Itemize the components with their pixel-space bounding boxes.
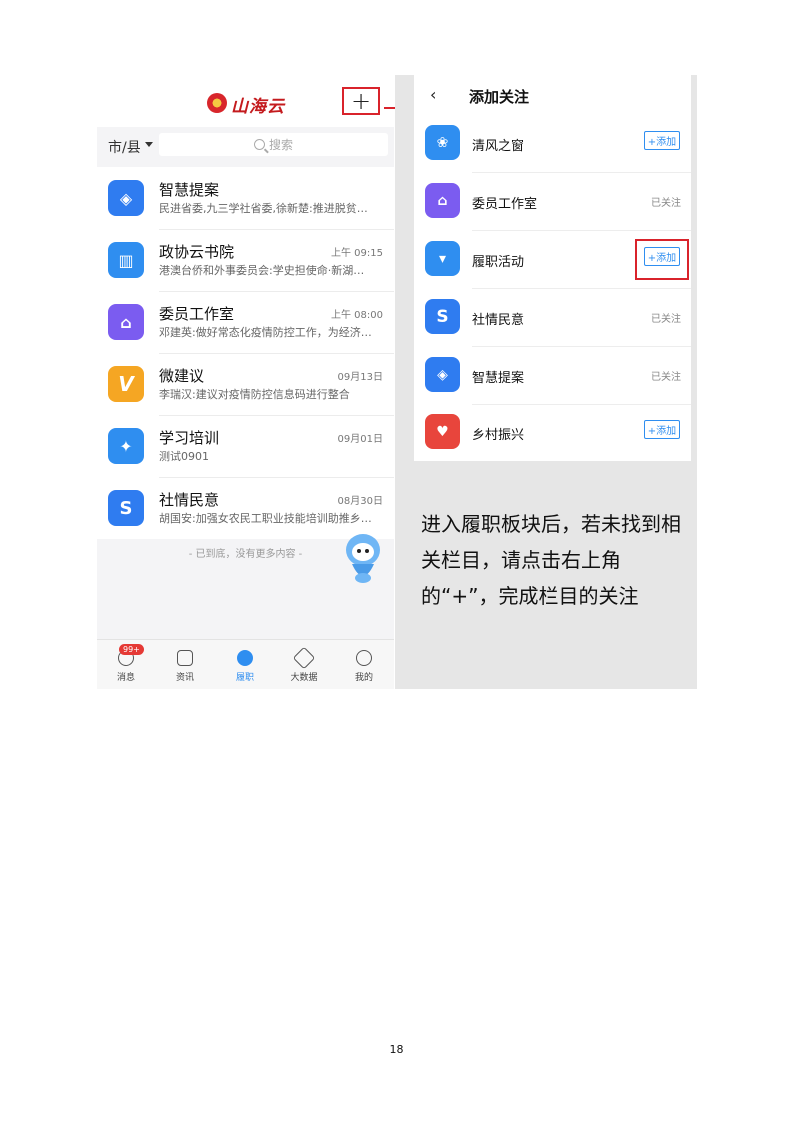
item-subtitle: 港澳台侨和外事委员会:学史担使命·新湖… bbox=[159, 264, 365, 277]
followed-label: 已关注 bbox=[651, 372, 681, 383]
channel-name: 委员工作室 bbox=[472, 197, 538, 212]
channel-row: ♥ 乡村振兴 +添加 bbox=[414, 404, 691, 461]
item-title: 智慧提案 bbox=[159, 181, 220, 199]
channel-name: 智慧提案 bbox=[472, 371, 525, 386]
item-time: 09月01日 bbox=[337, 434, 383, 445]
channel-name: 乡村振兴 bbox=[472, 428, 525, 443]
tab-label: 消息 bbox=[116, 673, 135, 683]
item-subtitle: 民进省委,九三学社省委,徐新楚:推进脱贫… bbox=[159, 202, 368, 215]
back-button[interactable]: ‹ bbox=[430, 85, 436, 104]
item-time: 上午 08:00 bbox=[331, 310, 383, 321]
list-item[interactable]: ⌂ 委员工作室 上午 08:00 邓建英:做好常态化疫情防控工作，为经济… bbox=[97, 291, 394, 353]
channel-row: ❀ 清风之窗 +添加 bbox=[414, 115, 691, 172]
item-title: 微建议 bbox=[159, 367, 205, 385]
plus-icon: + bbox=[350, 87, 372, 115]
bulb-icon: ◈ bbox=[425, 357, 460, 392]
chart-icon bbox=[292, 646, 316, 670]
tab-big-data[interactable]: 大数据 bbox=[284, 646, 324, 683]
screen-title: 添加关注 bbox=[469, 88, 530, 106]
tab-duty[interactable]: 履职 bbox=[225, 650, 265, 683]
page-number: 18 bbox=[389, 1043, 404, 1056]
followed-label: 已关注 bbox=[651, 198, 681, 209]
channel-row: ◈ 智慧提案 已关注 bbox=[414, 347, 691, 404]
item-title: 政协云书院 bbox=[159, 243, 235, 261]
heart-hand-icon: ♥ bbox=[425, 414, 460, 449]
add-button[interactable]: +添加 bbox=[644, 420, 680, 439]
s-icon: S bbox=[108, 490, 144, 526]
bottom-tab-bar: 消息 资讯 履职 大数据 我的 99+ bbox=[97, 639, 394, 689]
channel-list: ◈ 智慧提案 民进省委,九三学社省委,徐新楚:推进脱贫… ▥ 政协云书院 上午 … bbox=[97, 167, 394, 539]
channel-row: S 社情民意 已关注 bbox=[414, 289, 691, 346]
lightbulb-icon: ✦ bbox=[108, 428, 144, 464]
search-icon bbox=[253, 139, 265, 150]
tab-label: 大数据 bbox=[290, 673, 318, 683]
left-phone-screenshot: 山海云 + 市/县 搜索 ◈ 智慧提案 民进省委,九三学社省委,徐新楚:推进脱贫… bbox=[97, 85, 394, 689]
search-input[interactable]: 搜索 bbox=[159, 133, 388, 156]
tab-profile[interactable]: 我的 bbox=[344, 650, 384, 683]
house-icon: ⌂ bbox=[425, 183, 460, 218]
unread-badge: 99+ bbox=[119, 644, 144, 655]
mascot-image bbox=[346, 534, 380, 583]
tab-label: 我的 bbox=[354, 673, 373, 683]
list-item[interactable]: ✦ 学习培训 09月01日 测试0901 bbox=[97, 415, 394, 477]
highlight-box bbox=[635, 239, 689, 280]
duty-icon bbox=[237, 650, 253, 666]
region-selector[interactable]: 市/县 bbox=[108, 137, 141, 157]
v-icon: V bbox=[108, 366, 144, 402]
tab-news[interactable]: 资讯 bbox=[165, 650, 205, 683]
list-item[interactable]: ▥ 政协云书院 上午 09:15 港澳台侨和外事委员会:学史担使命·新湖… bbox=[97, 229, 394, 291]
channel-row: ⌂ 委员工作室 已关注 bbox=[414, 173, 691, 230]
item-title: 委员工作室 bbox=[159, 305, 235, 323]
s-icon: S bbox=[425, 299, 460, 334]
lotus-icon: ❀ bbox=[425, 125, 460, 160]
item-time: 上午 09:15 bbox=[331, 248, 383, 259]
item-subtitle: 测试0901 bbox=[159, 450, 209, 463]
add-channel-button[interactable]: + bbox=[342, 87, 380, 115]
book-icon: ▥ bbox=[108, 242, 144, 278]
chevron-down-icon bbox=[145, 142, 153, 147]
list-item[interactable]: ◈ 智慧提案 民进省委,九三学社省委,徐新楚:推进脱贫… bbox=[97, 167, 394, 229]
channel-name: 履职活动 bbox=[472, 255, 525, 270]
add-button[interactable]: +添加 bbox=[644, 131, 680, 150]
bulb-icon: ◈ bbox=[108, 180, 144, 216]
tab-label: 履职 bbox=[235, 673, 254, 683]
news-icon bbox=[177, 650, 193, 666]
profile-icon bbox=[356, 650, 372, 666]
channel-name: 清风之窗 bbox=[472, 139, 525, 154]
instruction-text: 进入履职板块后，若未找到相关栏目，请点击右上角的“+”，完成栏目的关注 bbox=[421, 512, 681, 608]
item-subtitle: 邓建英:做好常态化疫情防控工作，为经济… bbox=[159, 326, 372, 339]
item-title: 学习培训 bbox=[159, 429, 220, 447]
app-logo: 山海云 bbox=[231, 97, 285, 117]
channel-name: 社情民意 bbox=[472, 313, 525, 328]
item-time: 08月30日 bbox=[337, 496, 383, 507]
item-subtitle: 李瑞汉:建议对疫情防控信息码进行整合 bbox=[159, 388, 350, 401]
search-placeholder: 搜索 bbox=[268, 138, 293, 152]
item-subtitle: 胡国安:加强女农民工职业技能培训助推乡… bbox=[159, 512, 372, 525]
tie-icon: ▾ bbox=[425, 241, 460, 276]
emblem-icon bbox=[207, 93, 227, 113]
tab-label: 资讯 bbox=[175, 673, 194, 683]
item-title: 社情民意 bbox=[159, 491, 220, 509]
followed-label: 已关注 bbox=[651, 314, 681, 325]
list-item[interactable]: V 微建议 09月13日 李瑞汉:建议对疫情防控信息码进行整合 bbox=[97, 353, 394, 415]
house-icon: ⌂ bbox=[108, 304, 144, 340]
item-time: 09月13日 bbox=[337, 372, 383, 383]
